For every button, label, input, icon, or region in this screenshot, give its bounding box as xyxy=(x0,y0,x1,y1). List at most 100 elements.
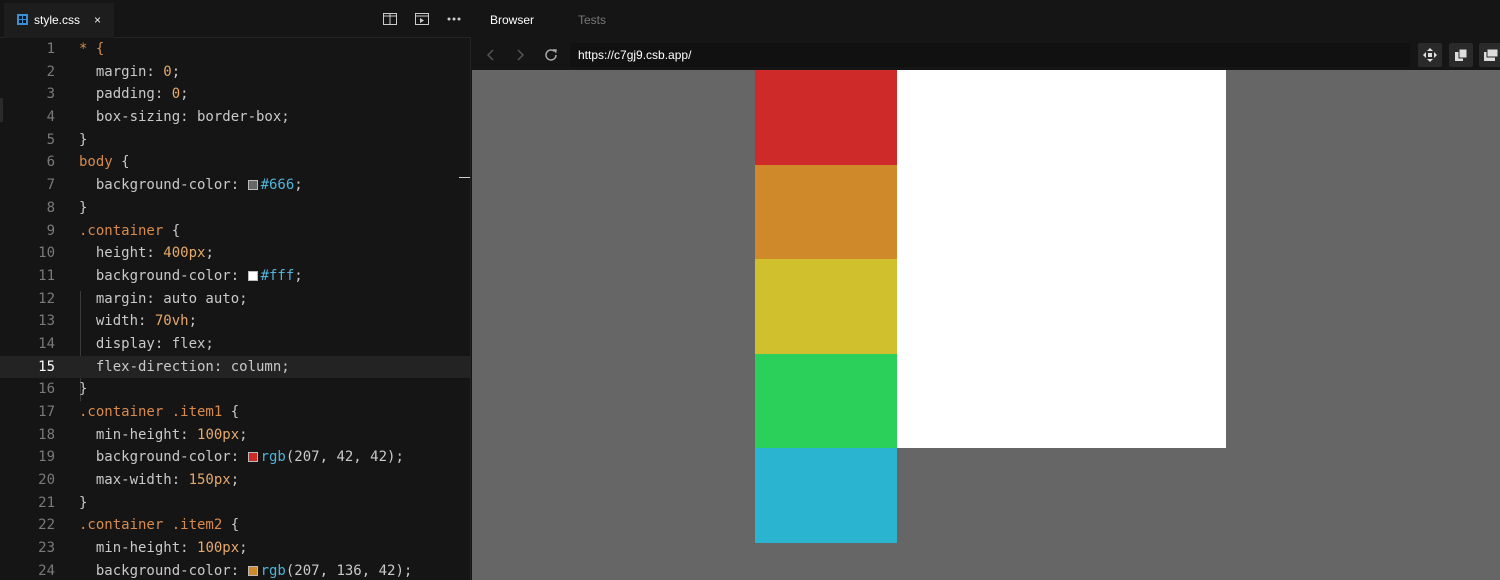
line-number: 4 xyxy=(46,109,55,126)
forward-button[interactable] xyxy=(509,44,531,66)
code-text: * { xyxy=(79,38,104,61)
code-line-24: 24 background-color: rgb(207, 136, 42); xyxy=(0,560,471,580)
property: max-width: xyxy=(95,472,189,489)
devtools-button[interactable] xyxy=(1418,43,1442,67)
file-tab-label: style.css xyxy=(34,12,81,27)
copy-icon xyxy=(1455,48,1468,61)
selector: .container .item1 xyxy=(79,404,223,420)
code-line-19: 19 background-color: rgb(207, 42, 42); xyxy=(0,446,471,469)
code-line-16: 16} xyxy=(0,378,471,401)
code-text: box-sizing: border-box; xyxy=(79,106,290,129)
color-swatch[interactable] xyxy=(247,270,258,281)
code-text: } xyxy=(79,129,87,152)
more-actions-button[interactable] xyxy=(443,8,465,30)
browser-viewport xyxy=(472,70,1500,580)
code-editor-pane: style.css × 1 * { 2 margin: 0; 3 padding:… xyxy=(0,0,471,580)
color-swatch[interactable] xyxy=(247,180,258,191)
value: 0 xyxy=(163,63,172,80)
property: height: xyxy=(95,245,164,262)
brace: { xyxy=(112,154,130,171)
chevron-left-icon xyxy=(487,49,494,61)
code-line-20: 20 max-width: 150px; xyxy=(0,469,471,492)
code-line-3: 3 padding: 0; xyxy=(0,83,471,106)
brace: } xyxy=(79,494,88,511)
preview-button[interactable] xyxy=(411,8,433,30)
preview-item-5 xyxy=(755,448,897,543)
line-number: 1 xyxy=(46,41,55,57)
line-number: 2 xyxy=(46,63,55,80)
function: rgb xyxy=(260,562,286,579)
code-line-23: 23 min-height: 100px; xyxy=(0,537,471,560)
value: 150px xyxy=(188,472,231,489)
code-line-21: 21} xyxy=(0,492,471,515)
line-number: 16 xyxy=(38,381,55,398)
color-swatch[interactable] xyxy=(247,565,258,576)
property: min-height: xyxy=(95,426,198,443)
line-number: 10 xyxy=(38,245,55,262)
line-number: 13 xyxy=(38,313,55,330)
tab-tests[interactable]: Tests xyxy=(578,13,606,27)
code-line-15-active: 15 flex-direction: column; xyxy=(0,355,471,379)
brace: { xyxy=(222,404,240,420)
punct: ; xyxy=(239,540,248,557)
code-line-2: 2 margin: 0; xyxy=(0,61,471,84)
close-tab-icon[interactable]: × xyxy=(94,13,101,27)
brace: { xyxy=(222,517,240,534)
property: padding: xyxy=(95,86,172,103)
value: #fff xyxy=(260,267,295,284)
line-number: 14 xyxy=(38,335,55,352)
tab-browser[interactable]: Browser xyxy=(490,13,534,27)
line-number: 20 xyxy=(38,472,55,489)
line-number: 12 xyxy=(38,290,55,307)
code-line-10: 10 height: 400px; xyxy=(0,242,471,265)
line-number: 24 xyxy=(38,562,55,579)
split-editor-button[interactable] xyxy=(379,8,401,30)
brace: { xyxy=(163,222,181,239)
punct: ; xyxy=(171,63,181,80)
selector: .container .item2 xyxy=(79,517,223,534)
code-line-18: 18 min-height: 100px; xyxy=(0,424,471,447)
open-new-window-button[interactable] xyxy=(1479,43,1500,67)
declaration: box-sizing: border-box; xyxy=(95,109,290,126)
declaration: margin: auto auto; xyxy=(95,290,248,307)
code-line-7: 7 background-color: #666; xyxy=(0,174,471,197)
function: rgb xyxy=(260,449,286,466)
declaration: display: flex; xyxy=(95,335,214,352)
punct: ; xyxy=(230,472,240,489)
back-button[interactable] xyxy=(480,44,502,66)
property: min-height: xyxy=(95,540,198,557)
code-line-6: 6 body { xyxy=(0,151,471,174)
css-file-icon xyxy=(17,14,28,25)
preview-icon xyxy=(415,13,429,25)
code-line-1: 1 * { xyxy=(0,38,471,61)
code-line-11: 11 background-color: #fff; xyxy=(0,265,471,288)
args: (207, 42, 42); xyxy=(285,449,404,466)
code-text: background-color: #666; xyxy=(79,174,303,197)
code-line-4: 4 box-sizing: border-box; xyxy=(0,106,471,129)
line-number: 5 xyxy=(46,131,55,148)
punct: ; xyxy=(239,426,248,443)
code-area[interactable]: 1 * { 2 margin: 0; 3 padding: 0; 4 box-si… xyxy=(0,38,471,580)
line-number: 19 xyxy=(38,449,55,466)
property: width: xyxy=(95,313,155,330)
line-number: 15 xyxy=(38,358,55,375)
preview-item-4 xyxy=(755,354,897,448)
code-text: .container .item1 { xyxy=(79,401,239,424)
code-text: } xyxy=(79,197,87,220)
code-line-14: 14 display: flex; xyxy=(0,333,471,356)
code-text: display: flex; xyxy=(79,333,214,356)
property: margin: xyxy=(95,63,164,80)
code-text: background-color: rgb(207, 42, 42); xyxy=(79,446,404,469)
copy-url-button[interactable] xyxy=(1449,43,1473,67)
code-line-5: 5} xyxy=(0,129,471,152)
file-tab-style-css[interactable]: style.css × xyxy=(4,3,114,38)
line-number: 17 xyxy=(38,404,55,420)
code-line-22: 22 .container .item2 { xyxy=(0,514,471,537)
color-swatch[interactable] xyxy=(247,452,258,463)
code-text: .container .item2 { xyxy=(79,514,239,537)
code-text: padding: 0; xyxy=(79,83,189,106)
punct: ; xyxy=(294,267,303,284)
refresh-button[interactable] xyxy=(540,44,562,66)
url-input[interactable] xyxy=(570,43,1410,67)
code-text: background-color: rgb(207, 136, 42); xyxy=(79,560,412,580)
